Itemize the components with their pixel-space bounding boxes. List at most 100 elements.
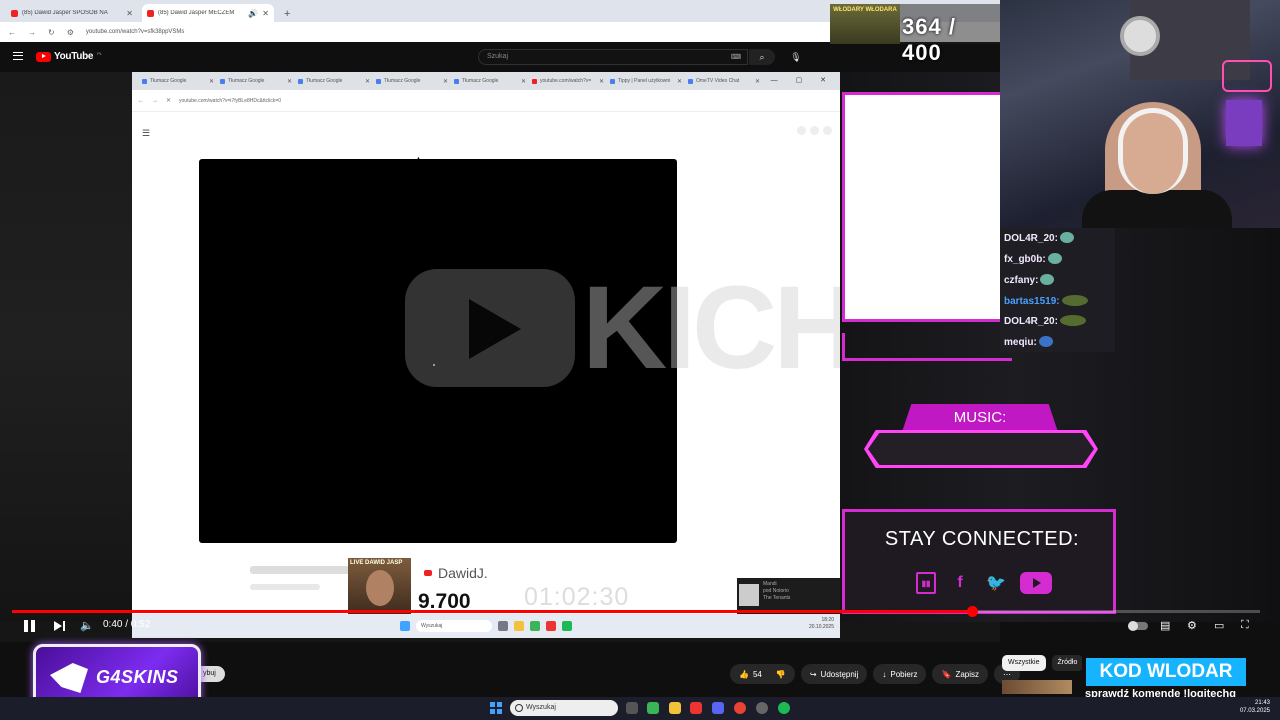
emote-icon <box>1047 253 1062 264</box>
search-icon: ⌕ <box>759 52 765 62</box>
video-actions: 👍 54 👎 ↪ Udostępnij ↓ Pobierz 🔖 Zapisz ⋯ <box>730 664 1021 684</box>
site-info-icon[interactable]: ⚙ <box>67 28 74 37</box>
next-button[interactable] <box>54 620 66 632</box>
inner-tab[interactable]: Tłumacz Google ✕ <box>220 78 298 85</box>
youtube-logo[interactable]: YouTube PL <box>36 51 102 62</box>
forward-icon[interactable]: → <box>152 98 158 104</box>
ometv-icon <box>688 78 693 84</box>
emote-icon <box>1059 232 1074 243</box>
thumbs-down-icon[interactable]: 👎 <box>776 670 786 679</box>
pause-button[interactable] <box>24 620 36 632</box>
fullscreen-icon[interactable]: ⛶ <box>1241 619 1249 632</box>
spotify-icon[interactable] <box>778 702 790 714</box>
chrome-icon[interactable] <box>647 702 659 714</box>
subscribe-button[interactable]: ybuj <box>201 666 225 682</box>
taskbar-search[interactable]: Wyszukaj <box>510 700 618 716</box>
pc-case <box>1226 100 1262 146</box>
close-tab-icon[interactable]: ✕ <box>126 9 133 18</box>
search-button[interactable]: ⌕ <box>749 49 775 65</box>
inner-tab-active[interactable]: youtube.com/watch?v= ✕ <box>532 78 610 85</box>
inner-url-text[interactable]: youtube.com/watch?v=i7fyBLe8HDc&ttclick=… <box>179 98 281 104</box>
windows-start-icon[interactable] <box>490 702 502 714</box>
channel-name[interactable]: DawidJ. <box>424 565 488 581</box>
url-text[interactable]: youtube.com/watch?v=sfk38ppVSMs <box>86 29 185 35</box>
screen: (85) Dawid Jasper SPOSÓB NA ✕ (85) Dawid … <box>0 0 1280 720</box>
download-button[interactable]: ↓ Pobierz <box>873 664 927 684</box>
progress-bar[interactable] <box>12 606 1260 617</box>
autoplay-toggle[interactable] <box>1128 621 1148 631</box>
wolf-logo-icon <box>50 663 88 693</box>
back-icon[interactable]: ← <box>8 28 16 37</box>
inner-tab[interactable]: Tłumacz Google ✕ <box>454 78 532 85</box>
shared-screen: Tłumacz Google ✕ Tłumacz Google ✕ Tłumacz … <box>132 72 840 638</box>
browser-tab-1[interactable]: (85) Dawid Jasper SPOSÓB NA ✕ <box>6 4 138 22</box>
now-playing-popup[interactable]: Mandi pod Notorio The Tenants <box>737 578 840 614</box>
theater-mode-icon[interactable]: ▭ <box>1214 619 1224 632</box>
keyboard-icon[interactable]: ⌨ <box>731 53 741 61</box>
discord-icon[interactable] <box>712 702 724 714</box>
translate-icon <box>376 78 381 84</box>
stop-icon[interactable]: ✕ <box>166 97 171 104</box>
chip-source[interactable]: Źródło <box>1051 655 1084 671</box>
folder-icon[interactable] <box>669 702 681 714</box>
translate-icon <box>298 78 303 84</box>
vinyl-record <box>1120 16 1160 56</box>
music-label: MUSIC: <box>902 404 1058 432</box>
inner-tab[interactable]: Tłumacz Google ✕ <box>376 78 454 85</box>
taskview-icon[interactable] <box>626 702 638 714</box>
chip-all[interactable]: Wszystkie <box>1002 655 1046 671</box>
chat-message: bartas1519: <box>1004 295 1088 307</box>
inner-menu-icon[interactable]: ☰ <box>142 128 150 139</box>
loading-dot <box>433 364 435 366</box>
opera-icon[interactable] <box>690 702 702 714</box>
youtube-icon <box>1020 572 1052 594</box>
subtitles-icon[interactable]: ▤ <box>1160 619 1170 632</box>
inner-tab[interactable]: Tippy | Panel użytkowni ✕ <box>610 78 688 85</box>
new-tab-button[interactable]: + <box>284 8 290 20</box>
share-button[interactable]: ↪ Udostępnij <box>800 664 868 684</box>
translate-icon <box>220 78 225 84</box>
browser-tab-2[interactable]: (85) Dawid Jasper MECZEM 🔊 ✕ <box>142 4 274 22</box>
reload-icon[interactable]: ↻ <box>48 28 55 37</box>
live-thumbnail[interactable]: LIVE DAWID JASP <box>348 558 411 614</box>
inner-tab[interactable]: Tłumacz Google ✕ <box>298 78 376 85</box>
music-track-bar <box>864 430 1098 468</box>
chrome-icon[interactable] <box>734 702 746 714</box>
save-button[interactable]: 🔖 Zapisz <box>932 664 989 684</box>
share-icon: ↪ <box>809 669 817 679</box>
youtube-favicon-icon <box>11 9 18 17</box>
close-tab-icon[interactable]: ✕ <box>262 9 269 18</box>
facebook-icon: f <box>957 574 963 591</box>
back-icon[interactable]: ← <box>138 98 144 104</box>
speaker-icon[interactable]: 🔊 <box>248 9 258 18</box>
album-art <box>739 584 759 606</box>
video-backdrop-left <box>0 72 132 622</box>
settings-icon[interactable]: ⚙ <box>1187 619 1197 632</box>
window-controls[interactable]: — ▢ ✕ <box>771 76 834 84</box>
promo-title: KOD WLODAR <box>1086 658 1246 686</box>
inner-tab[interactable]: Tłumacz Google ✕ <box>142 78 220 85</box>
youtube-mini-icon <box>424 570 432 576</box>
overlay-frame-lower <box>842 333 1012 361</box>
recommended-thumbnail[interactable] <box>1002 680 1072 694</box>
inner-tab[interactable]: OmeTV Video Chat ✕ <box>688 78 766 85</box>
translate-icon <box>454 78 459 84</box>
webcam-feed <box>1000 0 1280 228</box>
chat-message: czfany: <box>1004 274 1055 286</box>
like-button[interactable]: 👍 54 👎 <box>730 664 795 684</box>
emote-icon <box>1061 295 1088 306</box>
obs-icon[interactable] <box>756 702 768 714</box>
neon-sign <box>1222 60 1272 92</box>
twitter-icon: 🐦 <box>986 575 1006 592</box>
menu-icon[interactable] <box>13 52 23 60</box>
volume-icon[interactable]: 🔈 <box>80 619 94 632</box>
microphone-icon[interactable]: 🎙 <box>789 49 803 65</box>
search-input[interactable]: Szukaj ⌨ <box>478 49 748 65</box>
forward-icon[interactable]: → <box>28 28 36 37</box>
chat-message: DOL4R_20: <box>1004 232 1074 244</box>
streamer-shirt <box>1082 190 1232 228</box>
thumbs-up-icon: 👍 <box>739 669 749 679</box>
inner-address-bar: ← → ✕ youtube.com/watch?v=i7fyBLe8HDc&tt… <box>132 90 840 112</box>
viewer-count: 364 / 400 <box>902 14 956 65</box>
youtube-play-icon <box>36 51 51 62</box>
